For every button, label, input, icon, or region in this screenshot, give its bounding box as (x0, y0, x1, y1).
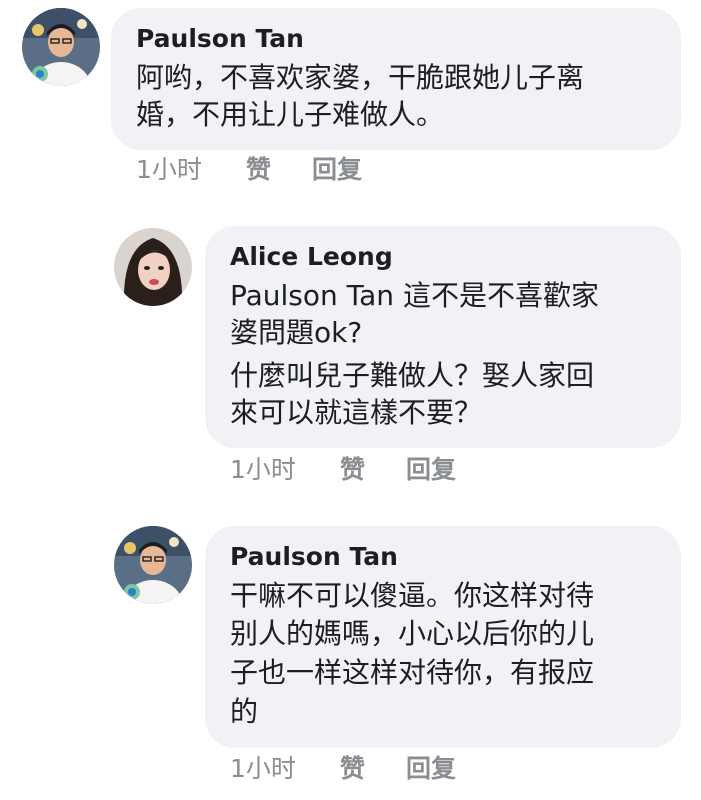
profile-photo-icon (114, 526, 192, 604)
profile-photo-icon (114, 228, 192, 306)
comment-timestamp: 1小时 (230, 754, 296, 783)
comment-actions: 1小时 赞 回复 (230, 754, 530, 786)
comment-text-line: 婆問題ok? (230, 316, 363, 349)
comment-actions: 1小时 赞 回复 (136, 155, 436, 187)
comment-author[interactable]: Paulson Tan (230, 542, 398, 572)
comment-timestamp: 1小时 (136, 155, 202, 184)
comment-text-line: 來可以就這樣不要？ (230, 396, 483, 429)
profile-photo-icon (22, 8, 100, 86)
reply-button[interactable]: 回复 (406, 754, 456, 784)
like-button[interactable]: 赞 (246, 155, 271, 185)
avatar[interactable] (114, 228, 192, 306)
comment-actions: 1小时 赞 回复 (230, 455, 530, 487)
mention-link[interactable]: Paulson Tan (230, 279, 394, 312)
comment-text-line: 干嘛不可以傻逼。你这样对待 (230, 579, 595, 612)
comment-text-line: 阿哟，不喜欢家婆，干脆跟她儿子离 (136, 61, 585, 94)
comment-text-line: 什麼叫兒子難做人？娶人家回 (230, 359, 595, 392)
like-button[interactable]: 赞 (340, 754, 365, 784)
comment-text-line: Paulson Tan 這不是不喜歡家 (230, 277, 599, 314)
comment-timestamp: 1小时 (230, 455, 296, 484)
avatar[interactable] (114, 526, 192, 604)
comment-text-line: 婚，不用让儿子难做人。 (136, 98, 445, 131)
reply-button[interactable]: 回复 (312, 155, 362, 185)
avatar[interactable] (22, 8, 100, 86)
comment-text-line: 子也一样这样对待你，有报应 (230, 656, 595, 689)
comment-text-line: 别人的媽嗎，小心以后你的儿 (230, 617, 595, 650)
reply-button[interactable]: 回复 (406, 455, 456, 485)
comment-text-line: 的 (230, 695, 259, 728)
like-button[interactable]: 赞 (340, 455, 365, 485)
comment-author[interactable]: Paulson Tan (136, 24, 304, 54)
comment-text: 這不是不喜歡家 (394, 279, 599, 312)
comment-author[interactable]: Alice Leong (230, 242, 393, 272)
